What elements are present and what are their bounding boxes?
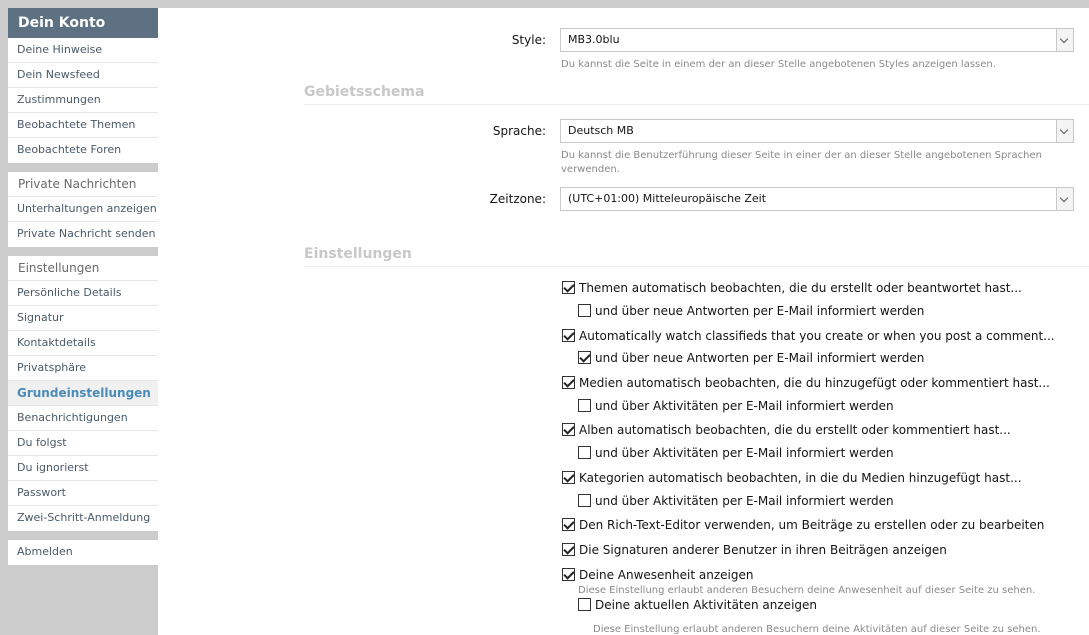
sidebar-group-pm: Private Nachrichten Unterhaltungen anzei… (8, 172, 158, 247)
option-checkbox-6[interactable] (562, 423, 575, 436)
sidebar-item-nachricht-senden[interactable]: Private Nachricht senden (8, 222, 158, 247)
option-row-13[interactable]: Deine aktuellen Aktivitäten anzeigen (578, 597, 817, 613)
option-label-13: Deine aktuellen Aktivitäten anzeigen (595, 598, 818, 612)
timezone-label: Zeitzone: (489, 192, 546, 206)
option-row-8[interactable]: Kategorien automatisch beobachten, in di… (562, 470, 1022, 486)
timezone-select[interactable]: (UTC+01:00) Mitteleuropäische Zeit (560, 187, 1074, 211)
logout-link[interactable]: Abmelden (8, 540, 158, 565)
option-checkbox-9[interactable] (578, 494, 591, 507)
option-label-4: Medien automatisch beobachten, die du hi… (579, 376, 1050, 390)
option-checkbox-10[interactable] (562, 518, 575, 531)
chevron-down-icon (1056, 188, 1073, 210)
option-checkbox-4[interactable] (562, 376, 575, 389)
chevron-down-icon (1056, 29, 1073, 51)
sidebar-item-passwort[interactable]: Passwort (8, 481, 158, 506)
sidebar-item-zustimmungen[interactable]: Zustimmungen (8, 88, 158, 113)
account-sidebar: Dein Konto Deine Hinweise Dein Newsfeed … (8, 8, 158, 635)
option-checkbox-2[interactable] (562, 329, 575, 342)
option-checkbox-5[interactable] (578, 399, 591, 412)
timezone-select-value: (UTC+01:00) Mitteleuropäische Zeit (568, 192, 767, 205)
sidebar-item-privatsphaere[interactable]: Privatsphäre (8, 356, 158, 381)
sidebar-item-zwei-schritt[interactable]: Zwei-Schritt-Anmeldung (8, 506, 158, 531)
option-label-0: Themen automatisch beobachten, die du er… (579, 281, 1022, 295)
option-checkbox-0[interactable] (562, 281, 575, 294)
sidebar-item-benachrichtigungen[interactable]: Benachrichtigungen (8, 406, 158, 431)
language-select[interactable]: Deutsch MB (560, 119, 1074, 143)
sidebar-item-grundeinstellungen[interactable]: Grundeinstellungen (8, 381, 158, 406)
option-hint-13: Diese Einstellung erlaubt anderen Besuch… (593, 624, 1041, 635)
language-label: Sprache: (492, 124, 546, 138)
sidebar-item-hinweise[interactable]: Deine Hinweise (8, 38, 158, 63)
option-row-6[interactable]: Alben automatisch beobachten, die du ers… (562, 422, 1011, 438)
language-hint: Du kannst die Benutzerführung dieser Sei… (561, 150, 1042, 175)
sidebar-group-settings: Einstellungen Persönliche Details Signat… (8, 256, 158, 531)
option-label-3: und über neue Antworten per E-Mail infor… (595, 351, 925, 365)
sidebar-item-beobachtete-foren[interactable]: Beobachtete Foren (8, 138, 158, 163)
sidebar-item-unterhaltungen[interactable]: Unterhaltungen anzeigen (8, 197, 158, 222)
option-row-7[interactable]: und über Aktivitäten per E-Mail informie… (578, 445, 894, 461)
option-label-1: und über neue Antworten per E-Mail infor… (595, 304, 925, 318)
sidebar-title: Dein Konto (8, 8, 158, 38)
style-hint: Du kannst die Seite in einem der an dies… (561, 59, 996, 70)
settings-heading: Einstellungen (304, 246, 1089, 267)
sidebar-section-settings: Einstellungen (8, 256, 158, 281)
sidebar-item-persoenliche-details[interactable]: Persönliche Details (8, 281, 158, 306)
sidebar-item-beobachtete-themen[interactable]: Beobachtete Themen (8, 113, 158, 138)
sidebar-group-logout: Abmelden (8, 540, 158, 565)
style-select-value: MB3.0blu (568, 33, 620, 46)
option-row-11[interactable]: Die Signaturen anderer Benutzer in ihren… (562, 542, 947, 558)
option-row-9[interactable]: und über Aktivitäten per E-Mail informie… (578, 493, 894, 509)
option-label-10: Den Rich-Text-Editor verwenden, um Beitr… (579, 518, 1045, 532)
option-checkbox-1[interactable] (578, 304, 591, 317)
option-row-5[interactable]: und über Aktivitäten per E-Mail informie… (578, 398, 894, 414)
option-label-7: und über Aktivitäten per E-Mail informie… (595, 446, 894, 460)
chevron-down-icon (1056, 120, 1073, 142)
option-label-12: Deine Anwesenheit anzeigen (579, 568, 754, 582)
style-select[interactable]: MB3.0blu (560, 28, 1074, 52)
sidebar-item-du-ignorierst[interactable]: Du ignorierst (8, 456, 158, 481)
option-hint-12: Diese Einstellung erlaubt anderen Besuch… (578, 585, 1036, 596)
option-row-10[interactable]: Den Rich-Text-Editor verwenden, um Beitr… (562, 517, 1044, 533)
style-label: Style: (511, 33, 546, 47)
option-checkbox-8[interactable] (562, 471, 575, 484)
option-label-2: Automatically watch classifieds that you… (579, 329, 1055, 343)
sidebar-section-pm: Private Nachrichten (8, 172, 158, 197)
option-checkbox-3[interactable] (578, 351, 591, 364)
option-row-3[interactable]: und über neue Antworten per E-Mail infor… (578, 350, 924, 366)
option-row-0[interactable]: Themen automatisch beobachten, die du er… (562, 280, 1022, 296)
preferences-form: Style: MB3.0blu Du kannst die Seite in e… (158, 8, 1089, 635)
sidebar-group-account: Deine Hinweise Dein Newsfeed Zustimmunge… (8, 38, 158, 163)
option-label-5: und über Aktivitäten per E-Mail informie… (595, 399, 894, 413)
option-checkbox-7[interactable] (578, 446, 591, 459)
option-label-6: Alben automatisch beobachten, die du ers… (579, 423, 1011, 437)
locale-heading: Gebietsschema (304, 84, 1089, 105)
sidebar-item-kontaktdetails[interactable]: Kontaktdetails (8, 331, 158, 356)
option-label-9: und über Aktivitäten per E-Mail informie… (595, 494, 894, 508)
language-select-value: Deutsch MB (568, 124, 634, 137)
option-row-2[interactable]: Automatically watch classifieds that you… (562, 328, 1055, 344)
option-checkbox-11[interactable] (562, 543, 575, 556)
sidebar-item-newsfeed[interactable]: Dein Newsfeed (8, 63, 158, 88)
option-label-8: Kategorien automatisch beobachten, in di… (579, 471, 1022, 485)
option-row-1[interactable]: und über neue Antworten per E-Mail infor… (578, 303, 924, 319)
sidebar-item-du-folgst[interactable]: Du folgst (8, 431, 158, 456)
sidebar-item-signatur[interactable]: Signatur (8, 306, 158, 331)
option-checkbox-13[interactable] (578, 598, 591, 611)
option-row-12[interactable]: Deine Anwesenheit anzeigen (562, 567, 753, 583)
option-label-11: Die Signaturen anderer Benutzer in ihren… (579, 543, 947, 557)
option-row-4[interactable]: Medien automatisch beobachten, die du hi… (562, 375, 1050, 391)
option-checkbox-12[interactable] (562, 568, 575, 581)
